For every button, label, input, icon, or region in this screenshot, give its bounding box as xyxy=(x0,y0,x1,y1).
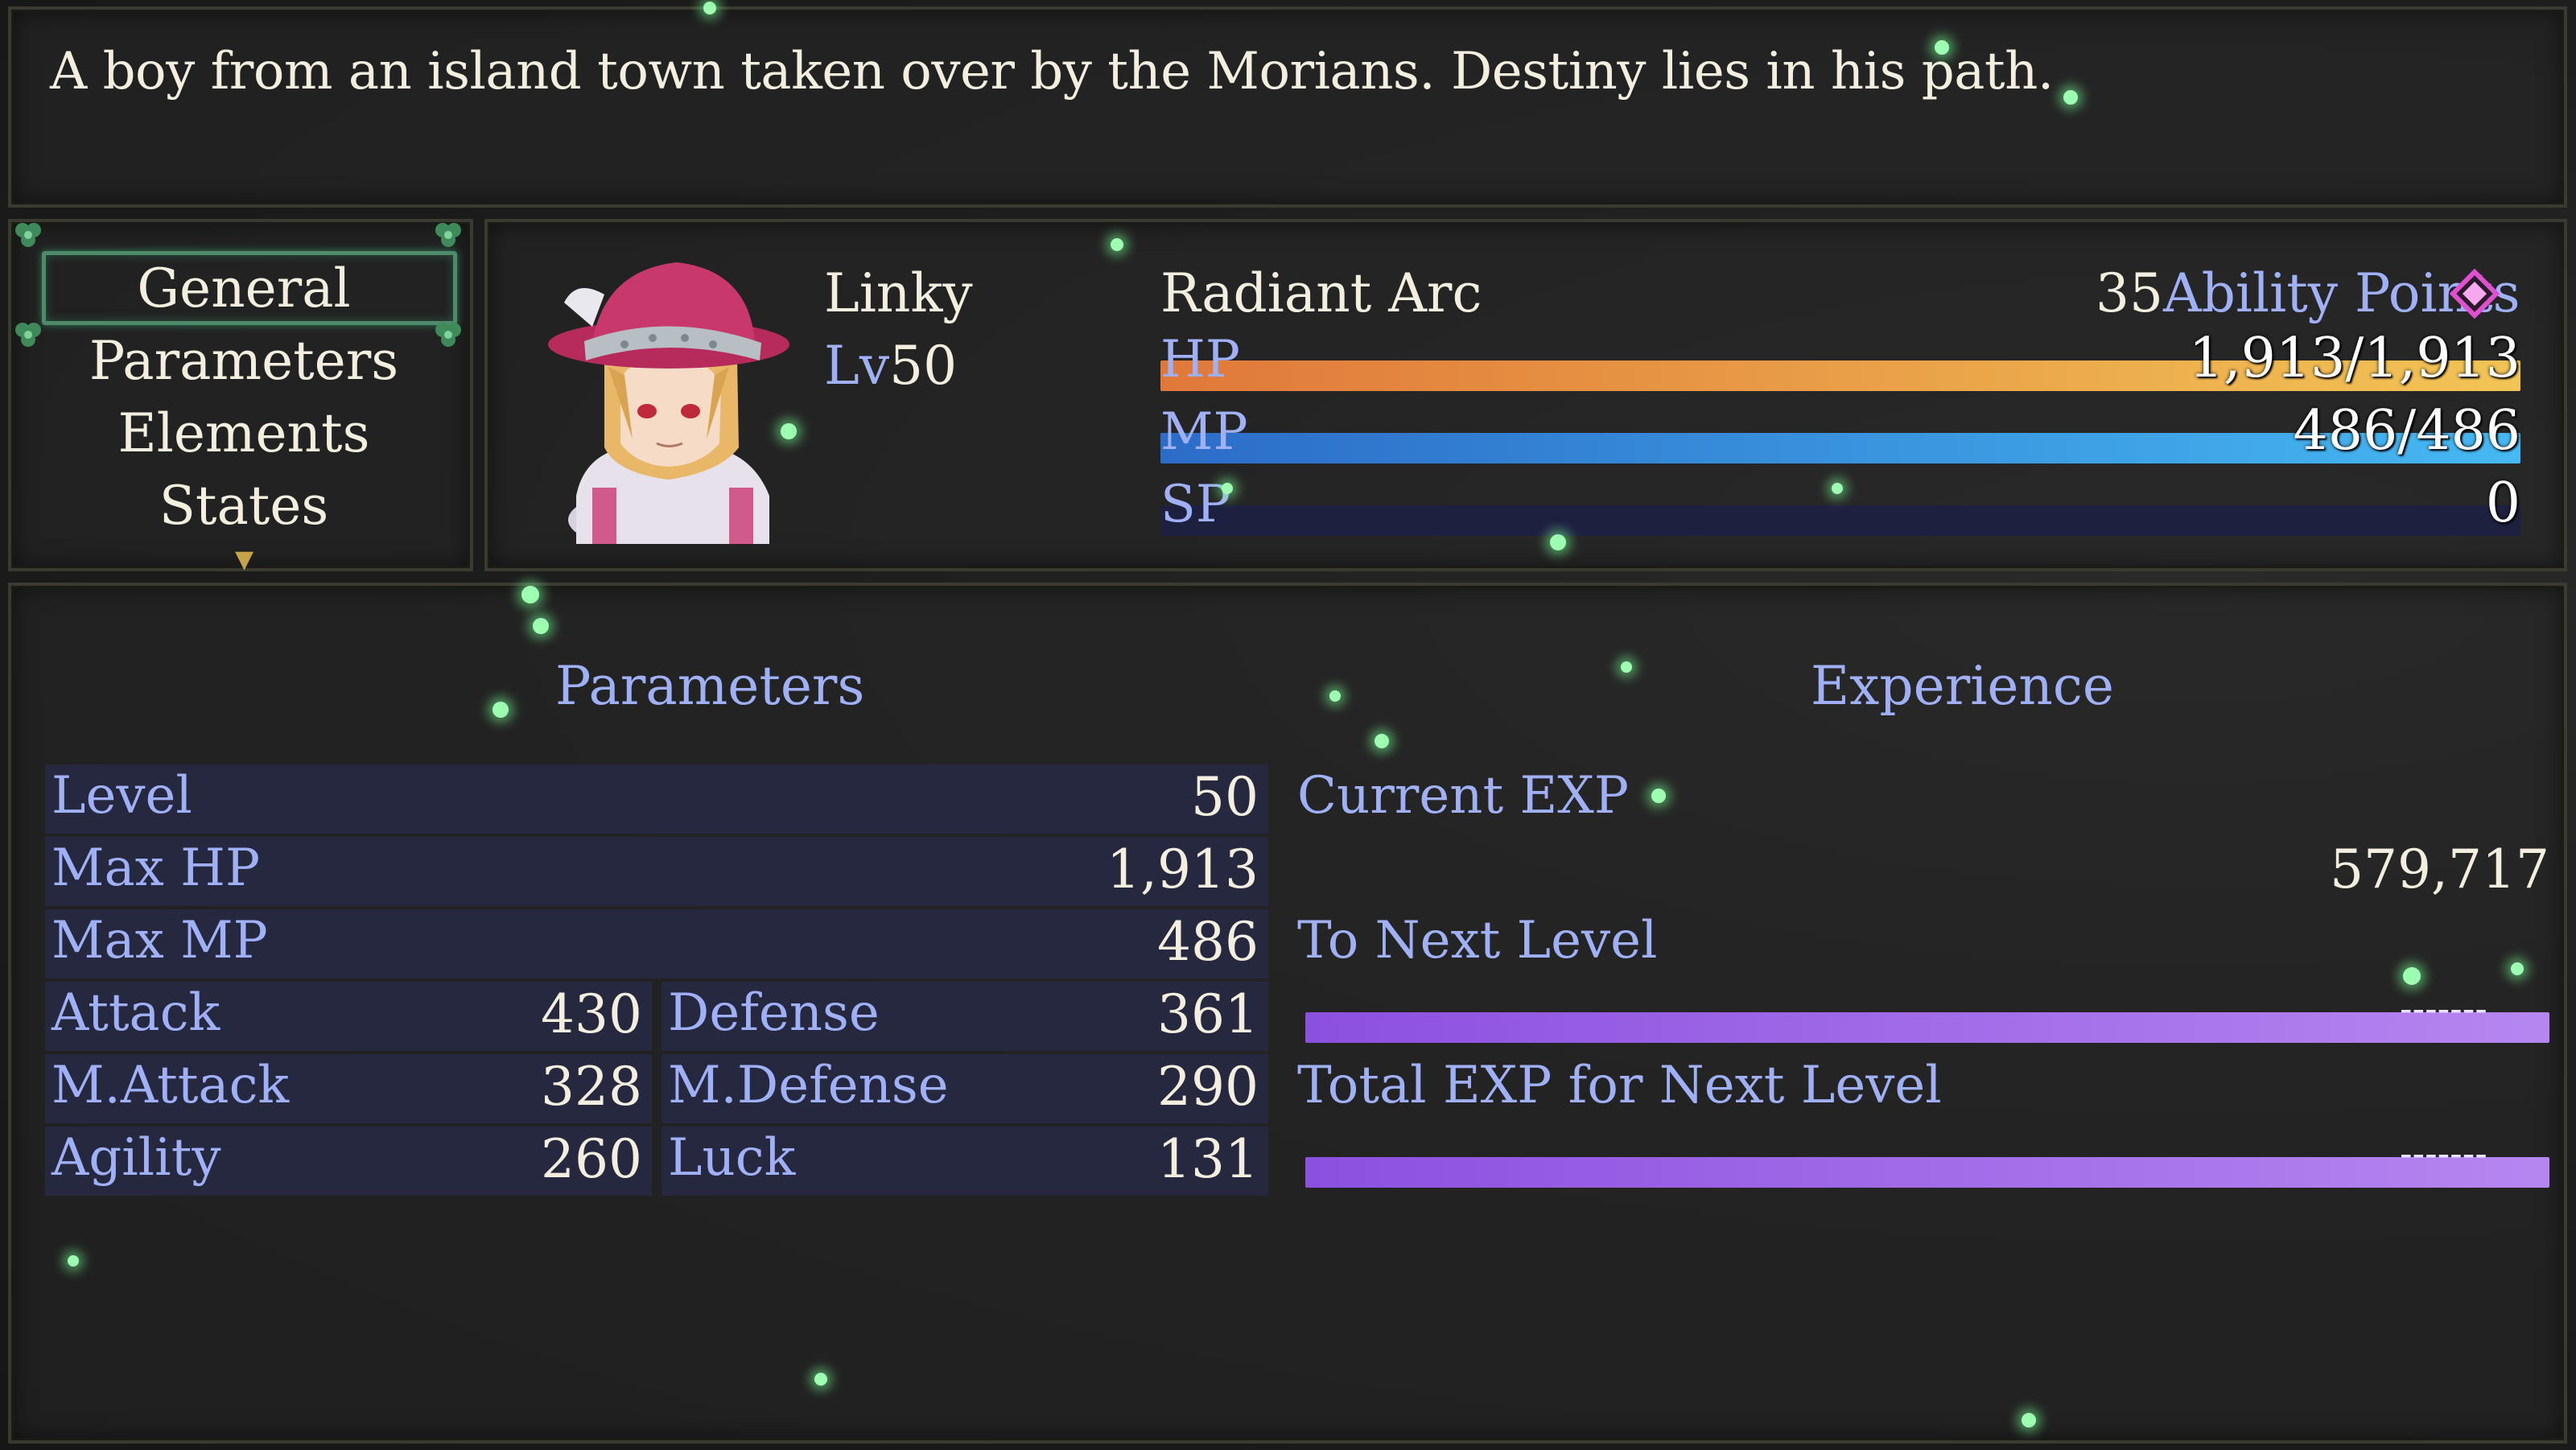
actor-level: Lv50 xyxy=(824,335,957,397)
command-states[interactable]: States xyxy=(11,475,476,537)
param-label-level: Level xyxy=(52,766,192,826)
param-label-agility: Agility xyxy=(52,1128,221,1188)
mp-label: MP xyxy=(1160,402,1248,462)
ability-points-value: 35 xyxy=(2096,262,2163,324)
sp-label: SP xyxy=(1160,475,1230,534)
sparkle-particle xyxy=(68,1255,79,1267)
parameters-title: Parameters xyxy=(555,655,865,717)
help-text: A boy from an island town taken over by … xyxy=(50,42,2054,101)
param-value-attack: 430 xyxy=(541,983,642,1045)
sparkle-particle xyxy=(1621,661,1632,673)
level-label: Lv xyxy=(824,335,890,397)
actor-name: Linky xyxy=(824,262,973,324)
sparkle-particle xyxy=(1111,238,1123,251)
sparkle-particle xyxy=(1935,40,1949,55)
param-value-maxmp: 486 xyxy=(1157,911,1259,973)
command-parameters[interactable]: Parameters xyxy=(11,330,476,392)
level-value: 50 xyxy=(889,335,958,397)
param-value-mdefense: 290 xyxy=(1157,1056,1259,1118)
param-label-mattack: M.Attack xyxy=(52,1056,290,1115)
total-exp-next-label: Total EXP for Next Level xyxy=(1297,1056,1942,1115)
current-exp-label: Current EXP xyxy=(1297,766,1629,826)
hp-label: HP xyxy=(1160,330,1240,389)
command-elements[interactable]: Elements xyxy=(11,402,476,464)
sparkle-particle xyxy=(2063,90,2078,105)
actor-portrait xyxy=(548,262,789,544)
clover-corner-icon xyxy=(435,223,461,247)
hp-value: 1,913/1,913 xyxy=(2188,327,2520,390)
sparkle-particle xyxy=(1375,734,1389,748)
param-value-level: 50 xyxy=(1191,766,1259,828)
help-window: A boy from an island town taken over by … xyxy=(8,6,2567,208)
sparkle-particle xyxy=(493,702,509,718)
sparkle-particle xyxy=(2403,967,2421,985)
current-exp-value: 579,717 xyxy=(2330,838,2549,900)
param-label-defense: Defense xyxy=(668,983,880,1043)
param-label-maxhp: Max HP xyxy=(52,838,260,898)
general-info-window: Parameters Experience Level 50 Max HP 1,… xyxy=(8,583,2567,1444)
sp-value: 0 xyxy=(2485,472,2520,535)
to-next-level-label: To Next Level xyxy=(1297,911,1658,970)
sparkle-particle xyxy=(1550,534,1566,550)
sparkle-particle xyxy=(2511,962,2524,975)
actor-status-window: Linky Lv50 Radiant Arc 35Ability Points … xyxy=(484,219,2567,571)
mp-value: 486/486 xyxy=(2293,399,2521,463)
param-value-defense: 361 xyxy=(1157,983,1259,1045)
status-command-window: General Parameters Elements States ▼ xyxy=(8,219,476,574)
sparkle-particle xyxy=(521,586,539,603)
sparkle-particle xyxy=(781,423,797,439)
ability-gem-icon xyxy=(2450,269,2500,319)
sparkle-particle xyxy=(1222,483,1233,494)
param-label-maxmp: Max MP xyxy=(52,911,268,970)
param-label-luck: Luck xyxy=(668,1128,796,1188)
sparkle-particle xyxy=(1832,483,1843,494)
sparkle-particle xyxy=(1651,789,1666,803)
to-next-level-value: ------- xyxy=(2400,987,2487,1030)
command-general[interactable]: General xyxy=(11,257,476,319)
experience-title: Experience xyxy=(1811,655,2114,717)
total-exp-next-value: ------- xyxy=(2400,1131,2487,1175)
param-label-mdefense: M.Defense xyxy=(668,1056,949,1115)
param-value-maxhp: 1,913 xyxy=(1107,838,1259,900)
total-exp-next-gauge xyxy=(1305,1157,2549,1188)
clover-corner-icon xyxy=(15,223,41,247)
sparkle-particle xyxy=(1329,690,1341,702)
param-value-mattack: 328 xyxy=(541,1056,642,1118)
sparkle-particle xyxy=(2022,1413,2036,1427)
param-label-attack: Attack xyxy=(52,983,221,1043)
param-value-luck: 131 xyxy=(1157,1128,1259,1190)
sparkle-particle xyxy=(703,2,716,14)
sparkle-particle xyxy=(533,618,549,634)
sparkle-particle xyxy=(814,1373,827,1386)
to-next-level-gauge xyxy=(1305,1012,2549,1043)
scroll-down-arrow-icon[interactable]: ▼ xyxy=(235,546,253,574)
param-value-agility: 260 xyxy=(541,1128,642,1190)
actor-class: Radiant Arc xyxy=(1160,262,1482,324)
